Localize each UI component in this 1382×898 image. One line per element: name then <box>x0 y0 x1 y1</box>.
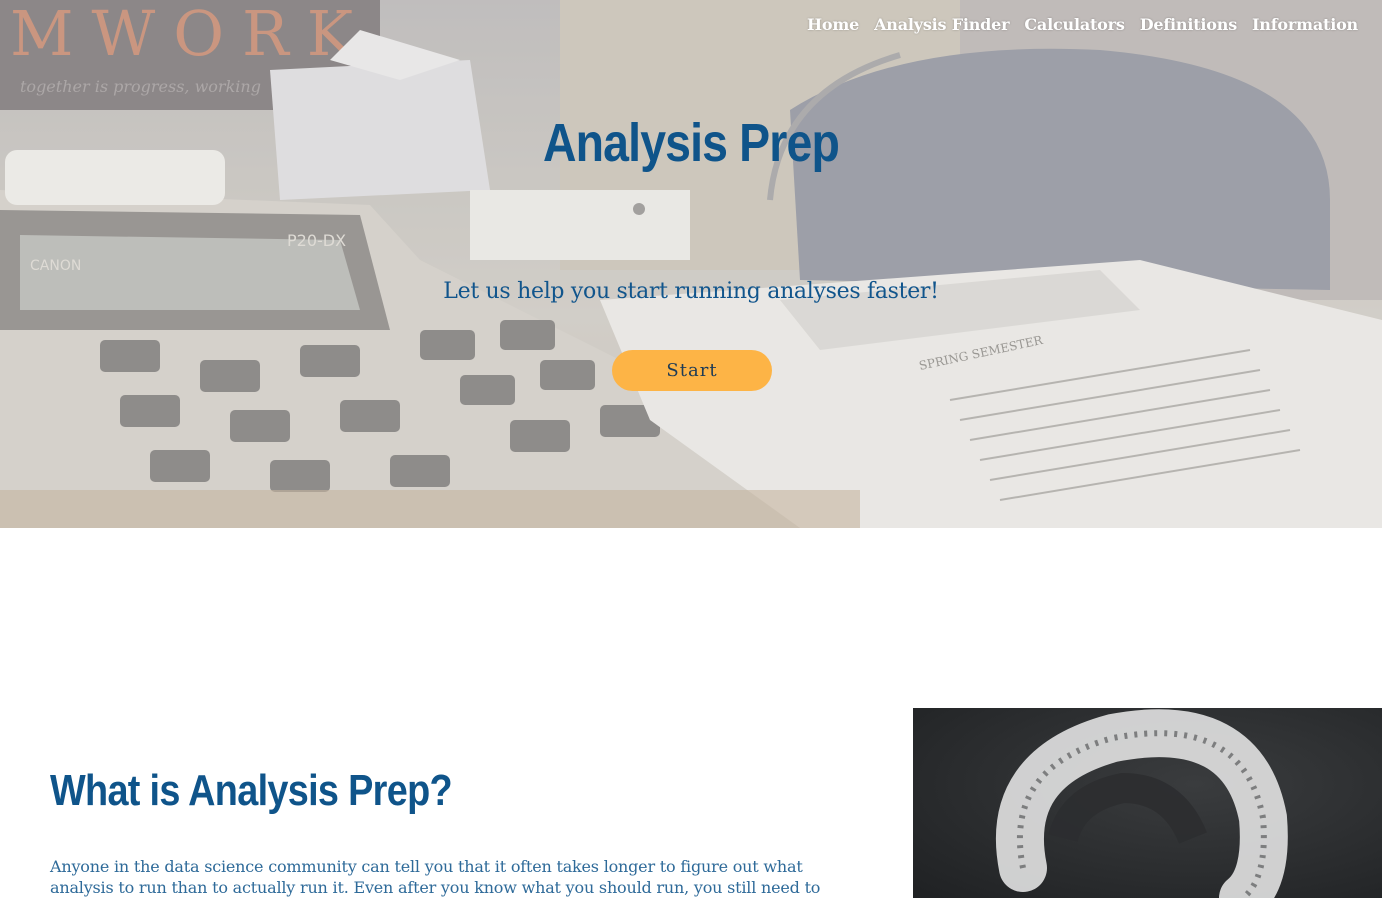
nav-home[interactable]: Home <box>807 15 859 34</box>
chalk-question-mark-icon <box>995 709 1288 898</box>
nav-analysis-finder[interactable]: Analysis Finder <box>874 15 1010 34</box>
main-nav: Home Analysis Finder Calculators Definit… <box>807 15 1358 34</box>
hero-section: MWORK together is progress, working P20-… <box>0 0 1382 528</box>
about-text: Anyone in the data science community can… <box>50 857 821 897</box>
nav-information[interactable]: Information <box>1252 15 1358 34</box>
nav-definitions[interactable]: Definitions <box>1140 15 1238 34</box>
hero-subtitle: Let us help you start running analyses f… <box>443 279 939 304</box>
hero-overlay <box>0 0 1382 528</box>
about-title: What is Analysis Prep? <box>50 766 453 815</box>
start-button[interactable]: Start <box>612 350 772 391</box>
hero-title: Analysis Prep <box>542 113 840 173</box>
question-mark-image <box>913 708 1382 898</box>
nav-calculators[interactable]: Calculators <box>1024 15 1125 34</box>
